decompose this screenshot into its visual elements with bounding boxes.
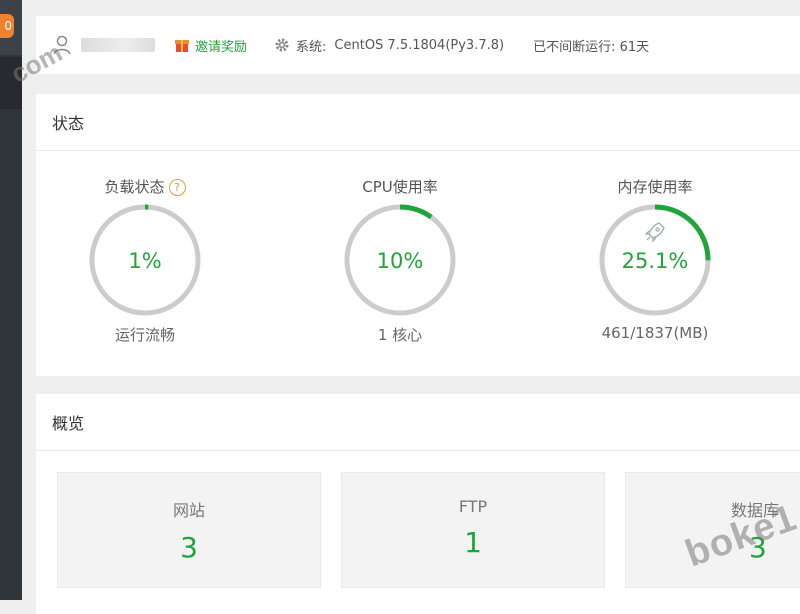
ftp-card-label: FTP <box>458 497 488 516</box>
ftp-card[interactable]: FTP 1 <box>341 472 605 588</box>
user-name-blurred <box>81 38 155 52</box>
sidebar-item-active[interactable] <box>0 57 22 109</box>
system-label: 系统: <box>296 39 327 55</box>
database-card[interactable]: 数据库 3 <box>625 472 800 588</box>
ftp-card-value[interactable]: 1 <box>342 526 604 559</box>
gift-icon <box>175 40 189 52</box>
user-icon <box>53 35 71 55</box>
load-gauge-footer: 运行流畅 <box>114 326 175 344</box>
cpu-gauge-value: 10% <box>377 249 424 273</box>
system-value: CentOS 7.5.1804(Py3.7.8) <box>334 37 505 53</box>
uptime-text: 已不间断运行: 61天 <box>533 39 650 55</box>
help-icon[interactable]: ? <box>168 179 186 196</box>
status-section-title: 状态 <box>36 94 800 151</box>
load-gauge[interactable]: 负载状态? 1% 运行流畅 <box>70 176 220 345</box>
sidebar-header: 0 <box>0 0 22 55</box>
load-gauge-ring: 1% <box>89 204 201 316</box>
database-card-value[interactable]: 3 <box>626 531 800 564</box>
website-card-label: 网站 <box>172 501 205 520</box>
memory-gauge-footer: 461/1837(MB) <box>601 324 709 342</box>
cpu-gauge[interactable]: CPU使用率 10% 1 核心 <box>325 176 475 345</box>
overview-section-title: 概览 <box>36 394 800 451</box>
cpu-gauge-ring: 10% <box>344 204 456 316</box>
cpu-gauge-footer: 1 核心 <box>377 326 423 344</box>
website-card[interactable]: 网站 3 <box>57 472 321 588</box>
memory-gauge-value: 25.1% <box>622 249 689 273</box>
top-info-bar: 邀请奖励 系统: CentOS 7.5.1804(Py3.7.8) 已不间断运行… <box>36 16 800 74</box>
notification-badge[interactable]: 0 <box>0 14 14 38</box>
cpu-gauge-title: CPU使用率 <box>362 178 438 196</box>
load-gauge-title: 负载状态? <box>70 176 220 198</box>
load-gauge-value: 1% <box>128 249 161 273</box>
memory-gauge-ring: 25.1% <box>599 204 711 316</box>
database-card-label: 数据库 <box>731 501 780 520</box>
invite-reward-link[interactable]: 邀请奖励 <box>195 36 247 55</box>
gear-icon <box>275 38 289 52</box>
rocket-icon[interactable] <box>644 222 665 243</box>
memory-gauge-title: 内存使用率 <box>617 178 693 196</box>
memory-gauge[interactable]: 内存使用率 25.1% 461/1837(MB) <box>580 176 730 342</box>
sidebar: 0 <box>0 0 22 600</box>
website-card-value[interactable]: 3 <box>58 531 320 564</box>
